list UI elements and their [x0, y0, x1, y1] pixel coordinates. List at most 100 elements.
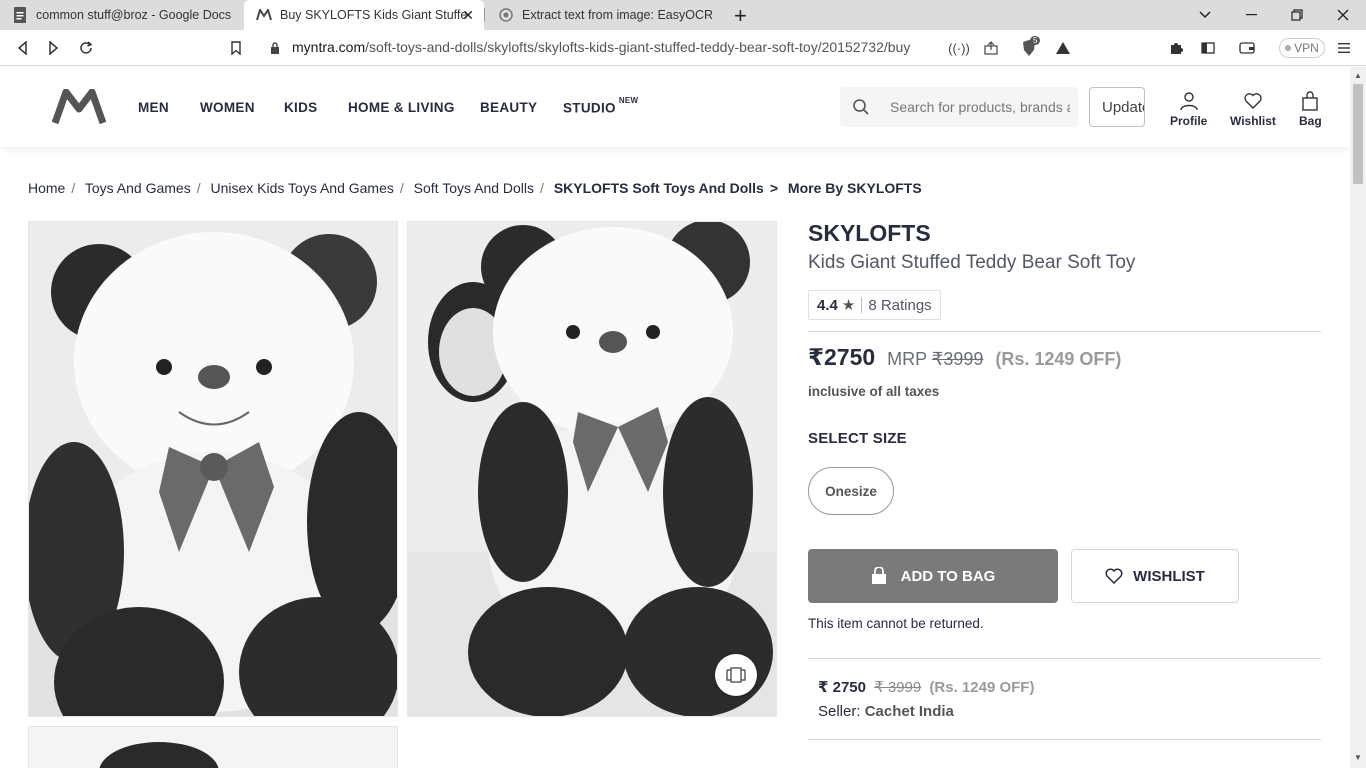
rating-value: 4.4 [817, 296, 838, 314]
docs-icon [12, 7, 28, 23]
new-badge: NEW [618, 96, 639, 105]
profile-button[interactable]: Profile [1170, 91, 1207, 128]
scroll-down-arrow-icon[interactable]: ▼ [1354, 753, 1362, 762]
size-option-onesize[interactable]: Onesize [808, 467, 894, 515]
tab-list-chevron-icon[interactable] [1182, 0, 1228, 30]
myntra-logo[interactable] [51, 88, 107, 125]
divider [808, 739, 1321, 740]
seller-label: Seller: [818, 703, 861, 720]
heart-icon [1105, 568, 1123, 584]
mrp-value: ₹3999 [931, 349, 984, 369]
sidebar-icon[interactable] [1199, 39, 1217, 57]
wishlist-label: Wishlist [1230, 114, 1276, 128]
page-scrollbar[interactable]: ▲ ▼ [1350, 67, 1366, 768]
breadcrumb: Home / Toys And Games / Unisex Kids Toys A… [28, 180, 922, 196]
product-image-3[interactable] [28, 726, 398, 768]
scrollbar-thumb[interactable] [1353, 84, 1363, 184]
bag-button[interactable]: Bag [1299, 91, 1322, 128]
mrp-label: MRP [887, 349, 927, 369]
vpn-button[interactable]: VPN [1279, 38, 1325, 58]
close-window-icon[interactable] [1320, 0, 1366, 30]
easyocr-icon [498, 7, 514, 23]
nav-kids[interactable]: KIDS [284, 100, 317, 115]
seller-price-row: ₹ 2750 ₹ 3999 (Rs. 1249 OFF) [818, 678, 1034, 696]
restore-icon[interactable] [1274, 0, 1320, 30]
seller-row: Seller: Cachet India [818, 703, 954, 720]
product-image-2[interactable] [407, 221, 777, 717]
share-icon[interactable] [982, 39, 1000, 57]
wishlist-label: WISHLIST [1133, 567, 1205, 585]
forward-icon[interactable] [44, 38, 64, 58]
nav-men[interactable]: MEN [138, 100, 169, 115]
nav-studio-label: STUDIO [563, 100, 616, 116]
bag-icon [1302, 91, 1319, 111]
reload-icon[interactable] [76, 38, 96, 58]
seller-discount: (Rs. 1249 OFF) [929, 679, 1035, 696]
breadcrumb-unisex-kids-toys[interactable]: Unisex Kids Toys And Games [211, 180, 394, 196]
search-box [840, 87, 1078, 127]
price-row: ₹2750 MRP ₹3999 (Rs. 1249 OFF) [808, 344, 1121, 371]
heart-icon [1244, 93, 1262, 109]
url-path: /soft-toys-and-dolls/skylofts/skylofts-k… [365, 39, 911, 55]
lock-icon[interactable] [266, 39, 284, 57]
url-field[interactable]: myntra.com/soft-toys-and-dolls/skylofts/… [292, 39, 910, 55]
seller-price: ₹ 2750 [818, 679, 866, 696]
discount: (Rs. 1249 OFF) [995, 349, 1122, 369]
bag-lock-icon [871, 567, 886, 584]
product-thumbnail-image [29, 727, 397, 768]
menu-hamburger-icon[interactable] [1335, 39, 1353, 57]
breadcrumb-soft-toys[interactable]: Soft Toys And Dolls [414, 180, 534, 196]
tab-title: Buy SKYLOFTS Kids Giant Stuffed [280, 8, 468, 22]
extensions-puzzle-icon[interactable] [1167, 39, 1185, 57]
taxes-note: inclusive of all taxes [808, 384, 940, 399]
breadcrumb-more-by-brand[interactable]: More By SKYLOFTS [788, 180, 922, 196]
myntra-icon [256, 7, 272, 23]
minimize-icon[interactable] [1228, 0, 1274, 30]
browser-tab-bar: common stuff@broz - Google Docs Buy SKYL… [0, 0, 1366, 30]
teddy-bear-image [29, 222, 397, 716]
breadcrumb-skylofts-soft-toys[interactable]: SKYLOFTS Soft Toys And Dolls [554, 180, 764, 196]
divider [808, 331, 1321, 332]
url-host: myntra.com [292, 39, 366, 55]
tab-title: common stuff@broz - Google Docs [36, 8, 232, 22]
brave-rewards-icon[interactable] [1054, 39, 1072, 57]
search-input[interactable] [890, 97, 1070, 117]
brave-shield-icon[interactable]: 5 [1020, 36, 1041, 57]
mrp: MRP ₹3999 [887, 349, 983, 370]
add-to-bag-label: ADD TO BAG [900, 567, 996, 585]
wishlist-button[interactable]: WISHLIST [1071, 549, 1239, 603]
add-to-bag-button[interactable]: ADD TO BAG [808, 549, 1058, 603]
tab-myntra-product[interactable]: Buy SKYLOFTS Kids Giant Stuffed ✕ [244, 0, 484, 30]
divider [808, 658, 1321, 659]
breadcrumb-home[interactable]: Home [28, 180, 65, 196]
nav-home-living[interactable]: HOME & LIVING [348, 100, 455, 115]
tab-title: Extract text from image: EasyOCR [522, 8, 714, 22]
rating-badge[interactable]: 4.4 ★ 8 Ratings [808, 290, 941, 320]
back-icon[interactable] [12, 38, 32, 58]
tab-google-docs[interactable]: common stuff@broz - Google Docs [0, 0, 242, 30]
nav-women[interactable]: WOMEN [200, 100, 255, 115]
similar-products-button[interactable] [715, 654, 757, 696]
update-button[interactable]: Update [1089, 87, 1145, 127]
wishlist-header-button[interactable]: Wishlist [1230, 91, 1276, 128]
star-icon: ★ [841, 297, 856, 314]
product-image-1[interactable] [28, 221, 398, 717]
rating-divider [861, 297, 863, 313]
bookmark-icon[interactable] [226, 38, 246, 58]
return-policy-note: This item cannot be returned. [808, 616, 984, 631]
broadcast-icon[interactable]: ((·)) [948, 39, 970, 57]
nav-studio[interactable]: STUDIO NEW [563, 96, 638, 116]
teddy-bear-with-model-image [408, 222, 776, 716]
breadcrumb-toys-and-games[interactable]: Toys And Games [85, 180, 191, 196]
close-tab-icon[interactable]: ✕ [462, 7, 474, 24]
seller-name[interactable]: Cachet India [865, 703, 954, 720]
bag-label: Bag [1299, 114, 1322, 128]
nav-beauty[interactable]: BEAUTY [480, 100, 537, 115]
new-tab-plus-icon[interactable]: + [734, 3, 747, 29]
product-name: Kids Giant Stuffed Teddy Bear Soft Toy [808, 252, 1136, 273]
vpn-label: VPN [1294, 41, 1319, 55]
browser-toolbar: myntra.com/soft-toys-and-dolls/skylofts/… [0, 30, 1366, 66]
tab-easyocr[interactable]: Extract text from image: EasyOCR [486, 0, 726, 30]
wallet-icon[interactable] [1238, 39, 1256, 57]
scroll-up-arrow-icon[interactable]: ▲ [1354, 71, 1362, 80]
